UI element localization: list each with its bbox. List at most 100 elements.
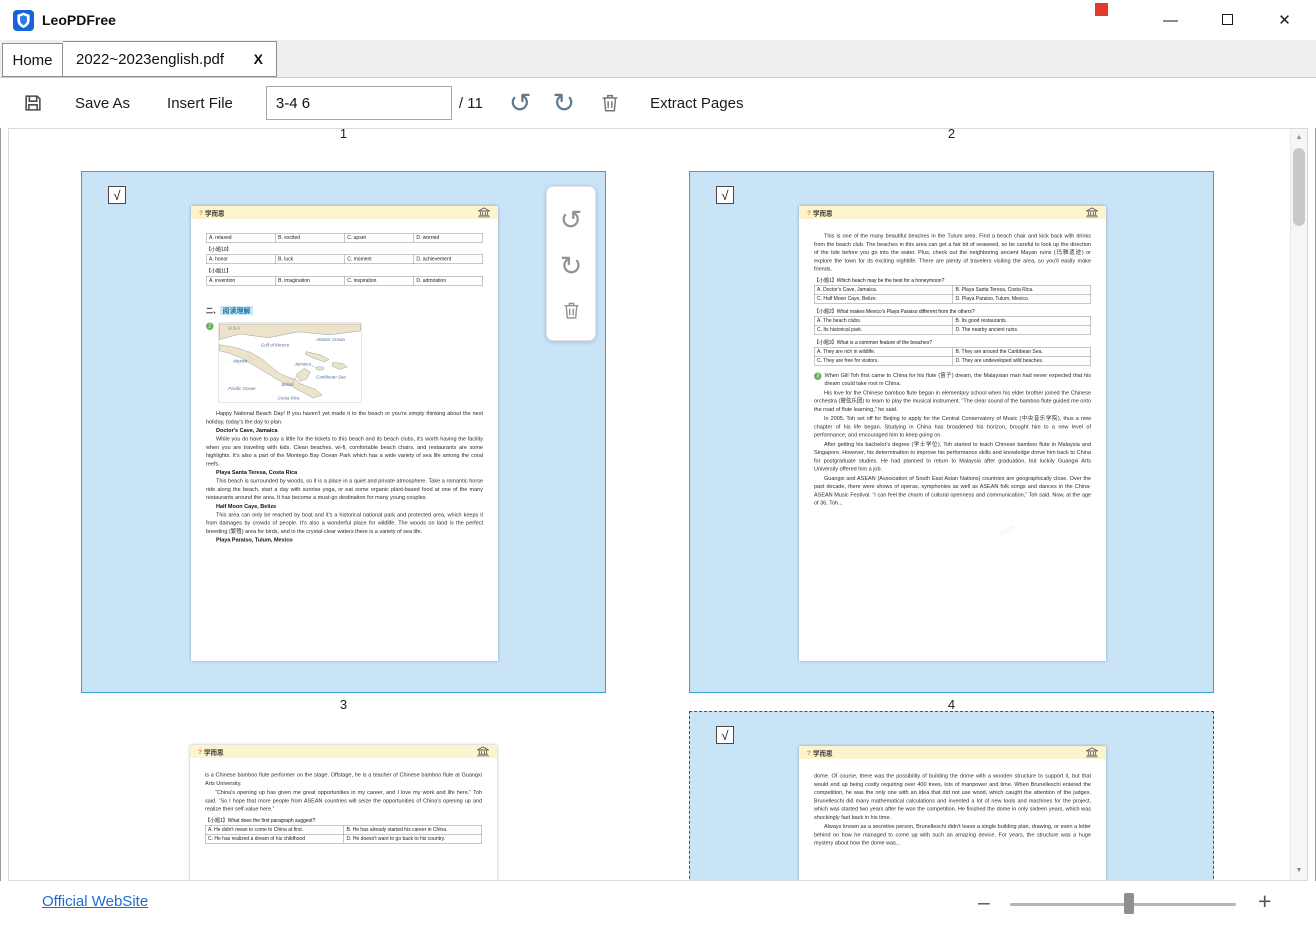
zoom-in-button[interactable]: + [1258,888,1271,915]
option-cell: D. The nearby ancient ruins. [953,325,1091,334]
options-table: A. relaxed B. excited C. upset D. worrie… [206,233,483,243]
option-cell: C. Half Moon Caye, Belize. [815,294,953,303]
option-cell: C. moment [344,255,413,264]
options-table: A. The beach clubs. B. Its good restaura… [814,316,1091,335]
option-cell: A. invention [207,277,276,286]
thumbnail-hover-toolbar: ↺ ↻ [546,186,596,341]
minimize-button[interactable]: — [1153,12,1188,29]
options-table: A. invention B. imagination C. inspirati… [206,276,483,286]
page-3-checkbox[interactable]: √ [108,186,126,204]
library-icon [477,747,489,757]
page-3-thumbnail[interactable]: 学而思 学而思 ? 学而思 A. relaxed B. excited C [191,206,498,661]
option-cell: B. Its good restaurants. [953,316,1091,325]
paragraph: dome. Of course, there was the possibili… [814,772,1091,822]
trash-icon [561,300,582,321]
option-cell: D. He doesn't want to go back to his cou… [344,834,482,843]
watermark: 学而思 [998,522,1018,538]
page-total-label: / 11 [459,95,483,112]
check-icon: √ [721,188,728,203]
official-website-link[interactable]: Official WebSite [42,893,148,910]
zoom-slider-thumb[interactable] [1124,893,1134,914]
delete-button[interactable] [599,92,621,114]
svg-text:Belize: Belize [282,382,295,387]
option-cell: B. Playa Santa Teresa, Costa Rica. [953,285,1091,294]
option-cell: D. worried [413,234,482,243]
extract-pages-button[interactable]: Extract Pages [650,95,743,112]
tab-close-button[interactable]: X [254,51,263,67]
section-prefix: 二、 [206,307,220,315]
passage-heading: Doctor's Cave, Jamaica [206,428,483,434]
delete-page-button[interactable] [561,300,582,321]
paragraph: Guangxi and ASEAN (Association of South … [814,474,1091,507]
scrollbar-thumb[interactable] [1293,148,1305,226]
save-button[interactable] [22,92,44,114]
brand-name: 学而思 [813,748,833,758]
tab-bar: Home 2022~2023english.pdf X [0,40,1316,78]
maximize-button[interactable] [1210,12,1245,29]
page-4-thumbnail[interactable]: 学而思 学而思 ? 学而思 This is one of the many be… [799,206,1106,661]
page-4-checkbox[interactable]: √ [716,186,734,204]
option-cell: C. He has realized a dream of his childh… [206,834,344,843]
option-cell: C. upset [344,234,413,243]
red-indicator [1095,3,1108,16]
rotate-left-button[interactable]: ↺ [509,90,532,117]
svg-text:Costa Rica: Costa Rica [278,396,300,401]
option-cell: B. They are around the Caribbean Sea. [953,347,1091,356]
check-icon: √ [113,188,120,203]
library-icon [478,208,490,218]
svg-text:Atlantic Ocean: Atlantic Ocean [315,337,345,342]
brand-logo: ? 学而思 [807,748,832,758]
page-6-checkbox[interactable]: √ [716,726,734,744]
paragraph: “China's opening up has given me great o… [205,789,482,814]
paragraph: After getting his bachelor's degree (学士学… [814,440,1091,473]
paragraph: is a Chinese bamboo flute performer on t… [205,771,482,788]
paragraph: His love for the Chinese bamboo flute be… [814,389,1091,414]
zoom-slider-track[interactable] [1010,903,1236,906]
question-label: 【小题1】What does the first paragraph sugge… [205,816,482,824]
thumbnail-grid: 1 2 √ 学而思 学而思 ? 学而思 A. relax [8,128,1308,881]
vertical-scrollbar[interactable]: ▲ ▼ [1290,129,1307,880]
option-cell: A. Doctor's Cave, Jamaica. [815,285,953,294]
scroll-down-icon[interactable]: ▼ [1291,863,1307,879]
tab-home[interactable]: Home [2,43,63,77]
rotate-right-button[interactable]: ↻ [560,253,583,280]
paragraph: While you do have to pay a little for th… [206,435,483,468]
options-table: A. honor B. luck C. moment D. achievemen… [206,255,483,265]
page-1-number: 1 [81,128,606,141]
question-label: 【小题3】What is a common feature of the bea… [814,338,1091,346]
page-range-input[interactable] [266,86,452,120]
brand-logo: ? 学而思 [807,208,832,218]
question-label: 【小题11】 [206,267,483,275]
option-cell: C. Its historical park. [815,325,953,334]
page-6-container[interactable]: √ 学而思 ? 学而思 dome. Of course, there was t… [689,711,1214,881]
paragraph: This beach is surrounded by woods, so it… [206,477,483,502]
title-bar: LeoPDFree — ✕ [0,0,1316,40]
page-3-container[interactable]: √ 学而思 学而思 ? 学而思 A. relaxed B. [81,171,606,693]
library-icon [1086,208,1098,218]
options-table: A. Doctor's Cave, Jamaica. B. Playa Sant… [814,285,1091,304]
close-button[interactable]: ✕ [1267,11,1302,29]
page-4-container[interactable]: √ 学而思 学而思 ? 学而思 This is one of the many … [689,171,1214,693]
option-cell: C. inspiration [344,277,413,286]
option-cell: B. luck [275,255,344,264]
insert-file-button[interactable]: Insert File [167,95,233,112]
brand-question-mark: ? [807,749,811,757]
page-6-thumbnail[interactable]: 学而思 ? 学而思 dome. Of course, there was the… [799,746,1106,881]
floppy-icon [22,92,44,114]
zoom-out-button[interactable]: – [978,891,990,915]
brand-logo: ? 学而思 [198,747,223,757]
option-cell: A. They are rich in wildlife. [815,347,953,356]
options-table: A. They are rich in wildlife. B. They ar… [814,347,1091,366]
page-5-container[interactable]: 学而思 ? 学而思 is a Chinese bamboo flute perf… [81,711,606,881]
tab-document[interactable]: 2022~2023english.pdf X [63,41,277,77]
option-cell: D. achievement [413,255,482,264]
maximize-icon [1222,14,1233,25]
rotate-right-button[interactable]: ↻ [552,90,575,117]
svg-text:Gulf of Mexico: Gulf of Mexico [261,343,290,348]
scroll-up-icon[interactable]: ▲ [1291,130,1307,146]
save-as-button[interactable]: Save As [75,95,130,112]
app-logo-icon [13,10,34,31]
page-5-thumbnail[interactable]: 学而思 ? 学而思 is a Chinese bamboo flute perf… [190,745,497,881]
check-icon: √ [721,728,728,743]
rotate-left-button[interactable]: ↺ [560,207,583,234]
